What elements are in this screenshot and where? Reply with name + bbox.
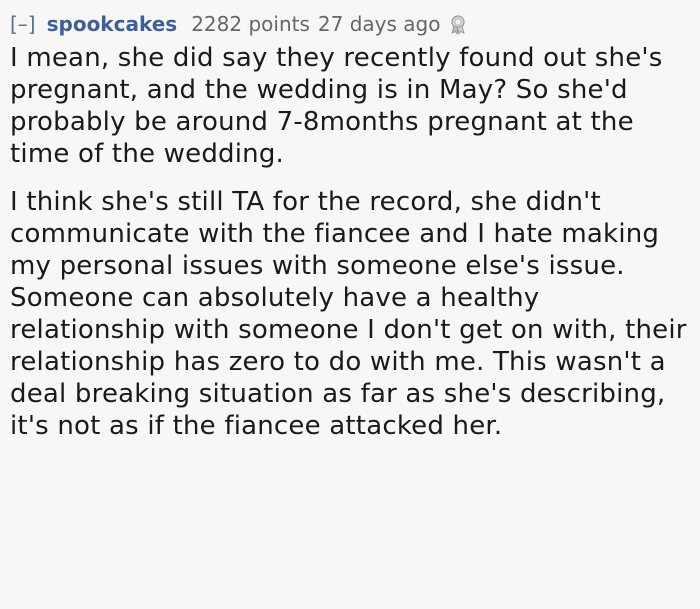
author-link[interactable]: spookcakes — [47, 9, 178, 39]
comment-body: I mean, she did say they recently found … — [10, 42, 692, 442]
comment: [–] spookcakes 2282 points 27 days ago I… — [0, 0, 700, 609]
collapse-button[interactable]: [–] — [10, 9, 36, 39]
comment-score: 2282 points — [191, 12, 310, 36]
comment-paragraph: I think she's still TA for the record, s… — [10, 187, 687, 441]
silver-award-icon[interactable] — [448, 14, 470, 36]
silver-award-icon-graphic — [451, 15, 466, 36]
comment-paragraph: I mean, she did say they recently found … — [10, 43, 663, 169]
comment-tagline: [–] spookcakes 2282 points 27 days ago — [10, 9, 690, 39]
comment-timestamp[interactable]: 27 days ago — [318, 9, 441, 39]
